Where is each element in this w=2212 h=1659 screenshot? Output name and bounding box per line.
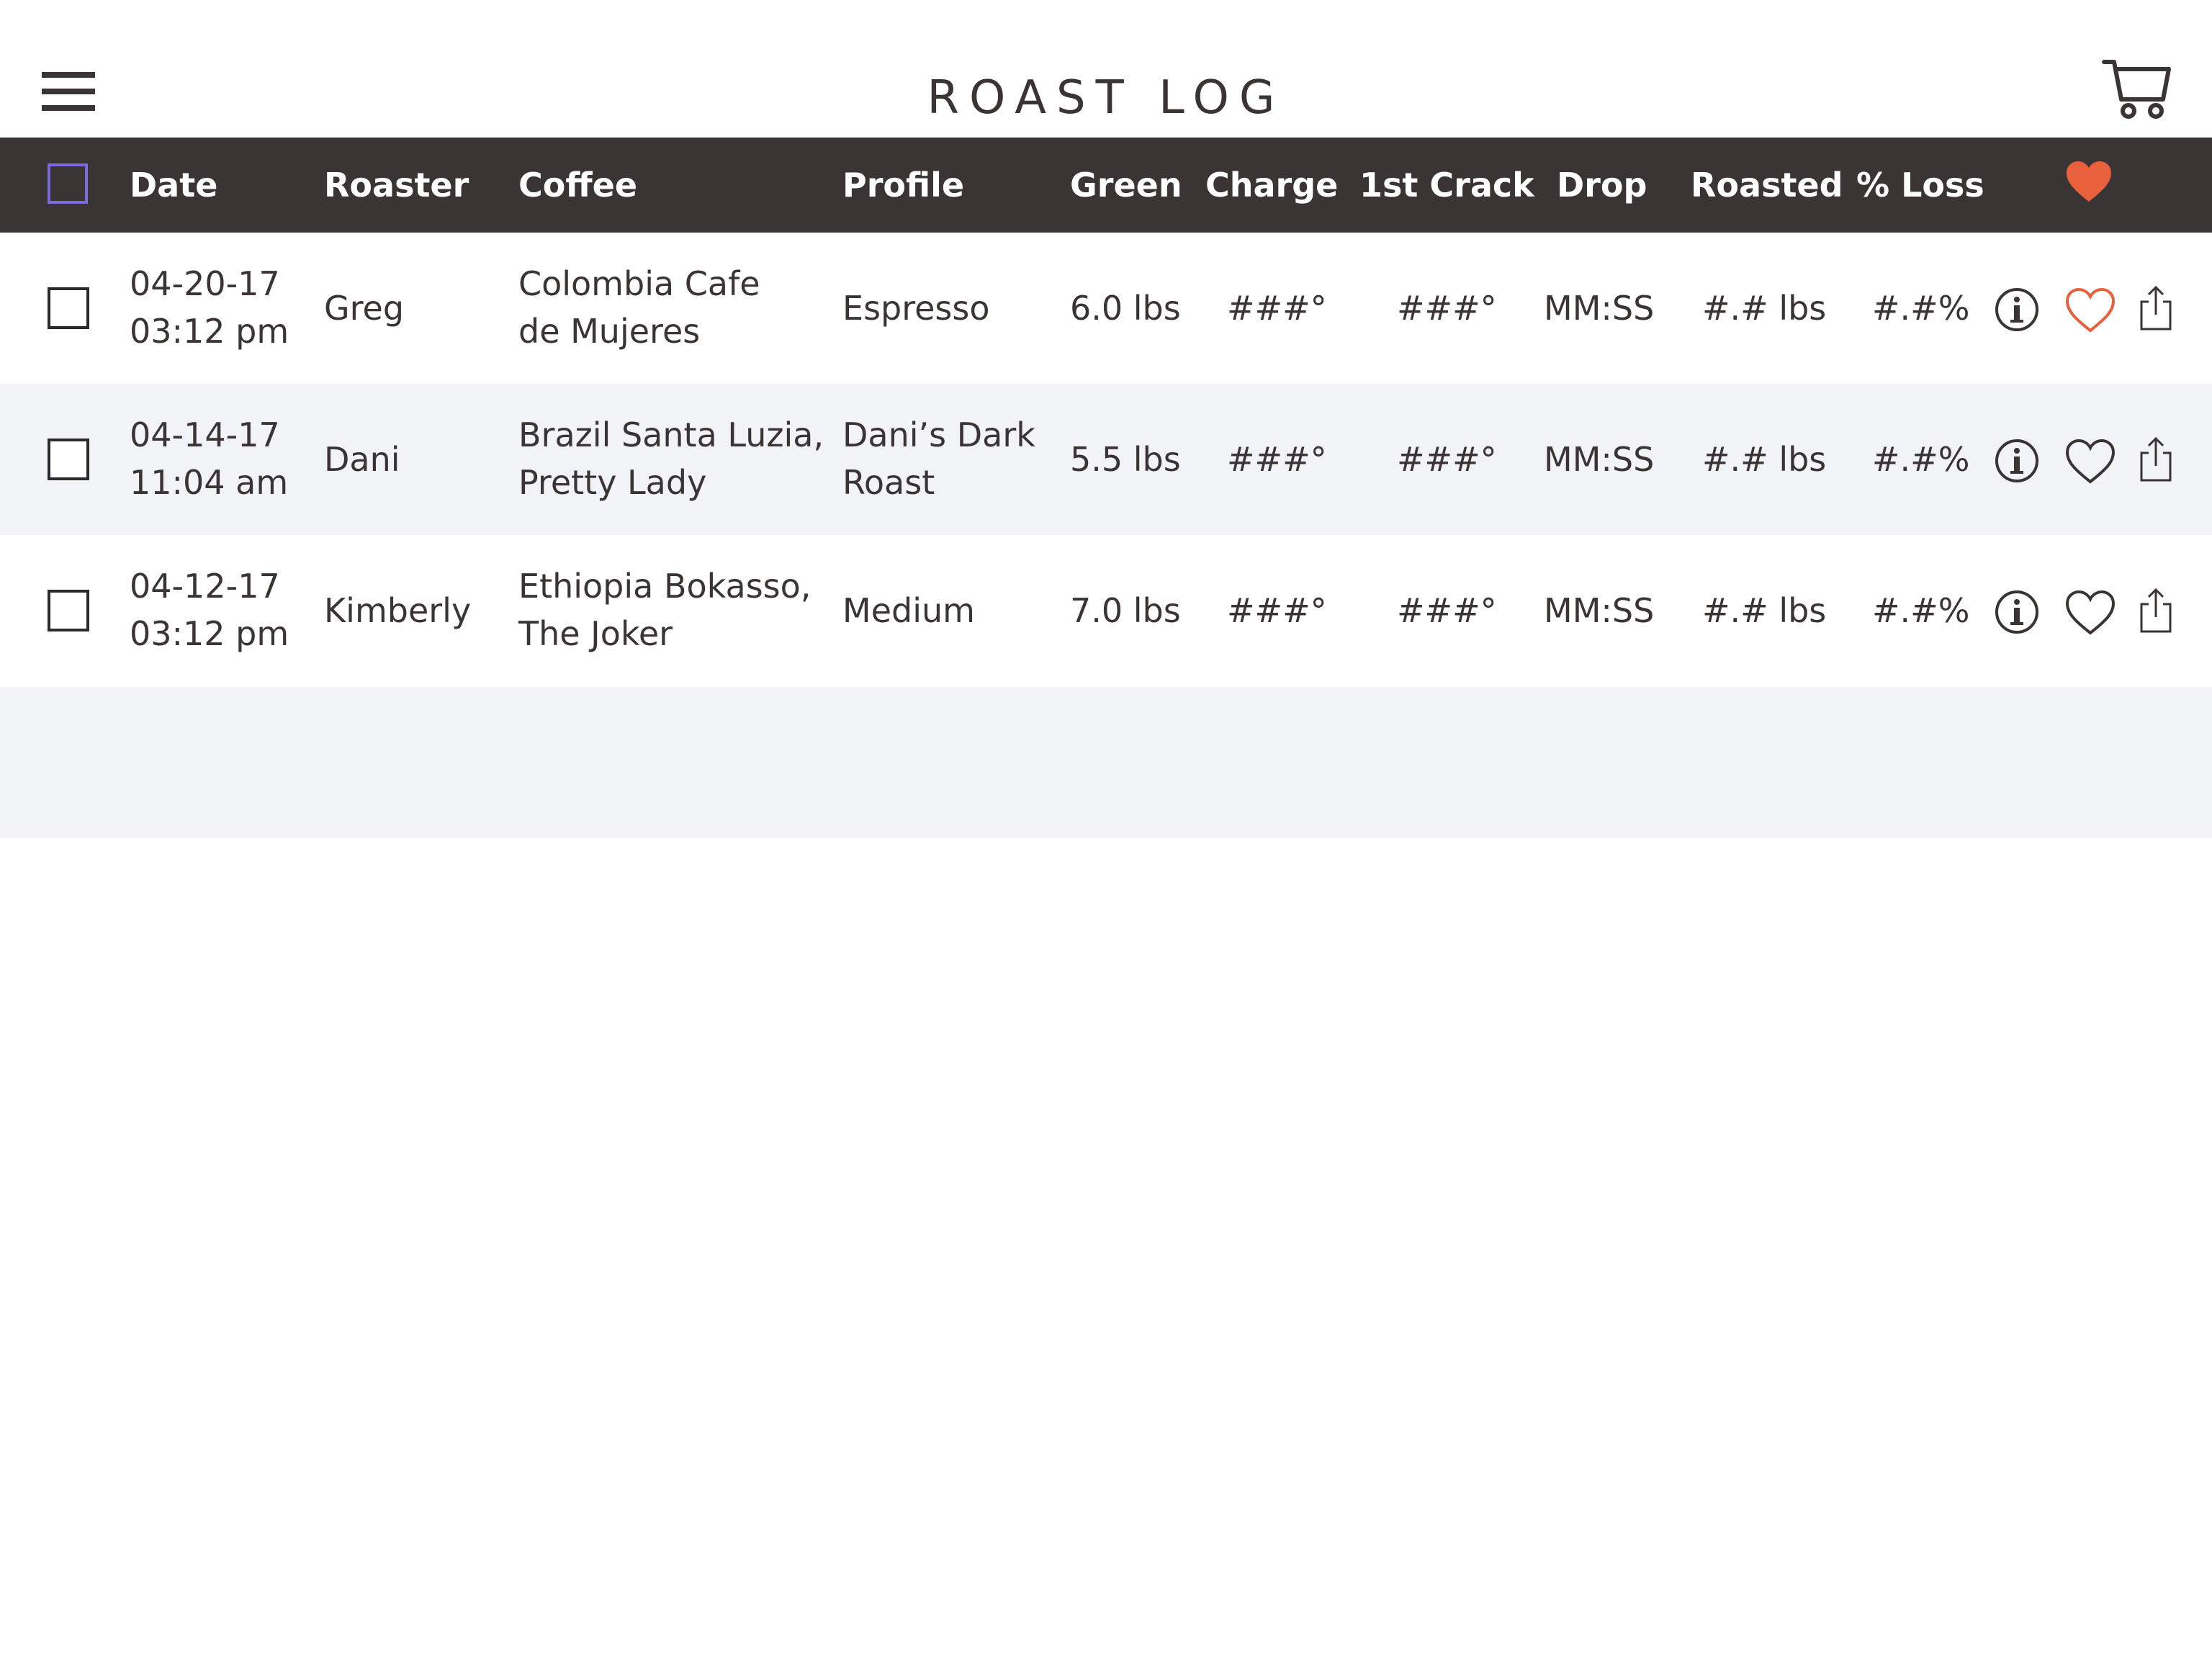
- green-cell: 5.5 lbs: [1070, 440, 1181, 479]
- select-all-checkbox[interactable]: [48, 163, 88, 204]
- first-crack-cell: ###°: [1397, 440, 1497, 479]
- profile-line-2: Roast: [842, 463, 935, 502]
- column-header-green[interactable]: Green: [1070, 138, 1182, 233]
- favorite-heart-icon[interactable]: [2065, 439, 2116, 487]
- coffee-cell: Ethiopia Bokasso, The Joker: [518, 562, 811, 657]
- column-header-roasted[interactable]: Roasted: [1691, 138, 1843, 233]
- coffee-cell: Colombia Cafe de Mujeres: [518, 260, 760, 355]
- table-row[interactable]: 04-12-17 03:12 pm Kimberly Ethiopia Boka…: [0, 535, 2212, 686]
- roasted-cell: #.# lbs: [1702, 289, 1827, 328]
- row-checkbox[interactable]: [48, 590, 89, 631]
- table-row[interactable]: 04-14-17 11:04 am Dani Brazil Santa Luzi…: [0, 384, 2212, 535]
- share-icon[interactable]: [2139, 436, 2173, 486]
- roaster-cell: Dani: [324, 440, 400, 479]
- column-header-loss[interactable]: % Loss: [1856, 138, 1984, 233]
- profile-cell: Dani’s Dark Roast: [842, 411, 1035, 506]
- profile-cell: Espresso: [842, 289, 990, 328]
- date-cell: 04-14-17 11:04 am: [130, 411, 288, 506]
- drop-cell: MM:SS: [1544, 289, 1655, 328]
- share-icon[interactable]: [2139, 587, 2173, 637]
- share-icon[interactable]: [2139, 284, 2173, 335]
- loss-cell: #.#%: [1872, 289, 1970, 328]
- column-header-coffee[interactable]: Coffee: [518, 138, 637, 233]
- column-header-first-crack[interactable]: 1st Crack: [1359, 138, 1534, 233]
- roasted-cell: #.# lbs: [1702, 591, 1827, 630]
- date-cell: 04-20-17 03:12 pm: [130, 260, 289, 355]
- loss-cell: #.#%: [1872, 591, 1970, 630]
- info-icon[interactable]: [1995, 590, 2039, 637]
- info-icon[interactable]: [1995, 439, 2039, 486]
- charge-cell: ###°: [1227, 440, 1327, 479]
- coffee-cell: Brazil Santa Luzia, Pretty Lady: [518, 411, 824, 506]
- info-icon[interactable]: [1995, 287, 2039, 335]
- first-crack-cell: ###°: [1397, 591, 1497, 630]
- date-value: 04-20-17: [130, 264, 280, 303]
- drop-cell: MM:SS: [1544, 440, 1655, 479]
- roaster-cell: Greg: [324, 289, 405, 328]
- loss-cell: #.#%: [1872, 440, 1970, 479]
- top-bar: ROAST LOG: [0, 0, 2212, 137]
- time-value: 11:04 am: [130, 463, 289, 502]
- coffee-line-2: The Joker: [518, 614, 673, 653]
- profile-line-1: Dani’s Dark: [842, 415, 1035, 454]
- table-row[interactable]: 04-20-17 03:12 pm Greg Colombia Cafe de …: [0, 233, 2212, 384]
- column-header-profile[interactable]: Profile: [842, 138, 964, 233]
- page-title: ROAST LOG: [927, 71, 1285, 125]
- green-cell: 6.0 lbs: [1070, 289, 1181, 328]
- coffee-line-1: Ethiopia Bokasso,: [518, 567, 811, 606]
- cart-icon[interactable]: [2101, 58, 2173, 122]
- favorite-heart-icon[interactable]: [2065, 287, 2116, 336]
- date-value: 04-14-17: [130, 415, 280, 454]
- roasted-cell: #.# lbs: [1702, 440, 1827, 479]
- column-header-date[interactable]: Date: [130, 138, 217, 233]
- roaster-cell: Kimberly: [324, 591, 472, 630]
- column-header-roaster[interactable]: Roaster: [324, 138, 469, 233]
- coffee-line-1: Colombia Cafe: [518, 264, 760, 303]
- favorites-filter-heart-icon[interactable]: [2065, 160, 2113, 203]
- date-cell: 04-12-17 03:12 pm: [130, 562, 289, 657]
- column-header-drop[interactable]: Drop: [1557, 138, 1647, 233]
- profile-cell: Medium: [842, 591, 975, 630]
- roast-log-screen: ROAST LOG Date Roaster Coffee Profile Gr…: [0, 0, 2212, 1659]
- coffee-line-2: Pretty Lady: [518, 463, 707, 502]
- column-header-charge[interactable]: Charge: [1205, 138, 1338, 233]
- table-header: Date Roaster Coffee Profile Green Charge…: [0, 138, 2212, 233]
- time-value: 03:12 pm: [130, 312, 289, 351]
- charge-cell: ###°: [1227, 591, 1327, 630]
- charge-cell: ###°: [1227, 289, 1327, 328]
- first-crack-cell: ###°: [1397, 289, 1497, 328]
- green-cell: 7.0 lbs: [1070, 591, 1181, 630]
- date-value: 04-12-17: [130, 567, 280, 606]
- coffee-line-2: de Mujeres: [518, 312, 701, 351]
- empty-table-row: [0, 687, 2212, 838]
- row-checkbox[interactable]: [48, 439, 89, 480]
- coffee-line-1: Brazil Santa Luzia,: [518, 415, 824, 454]
- time-value: 03:12 pm: [130, 614, 289, 653]
- row-checkbox[interactable]: [48, 287, 89, 329]
- drop-cell: MM:SS: [1544, 591, 1655, 630]
- favorite-heart-icon[interactable]: [2065, 590, 2116, 639]
